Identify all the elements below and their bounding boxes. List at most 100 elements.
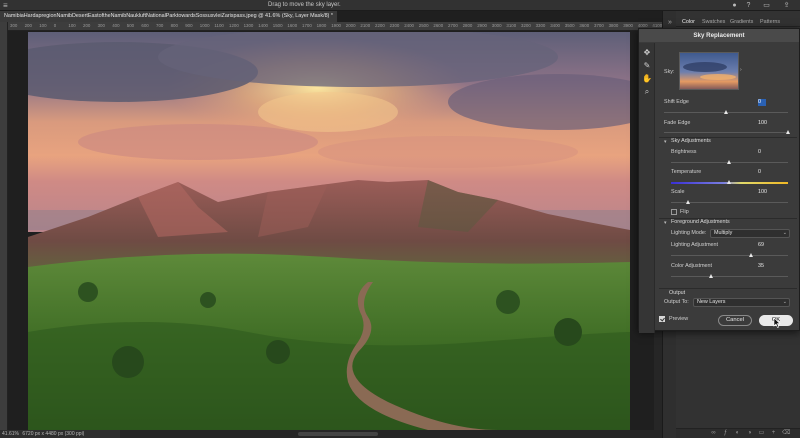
scroll-thumb[interactable]	[298, 432, 378, 436]
ruler-tick: 1600	[287, 23, 298, 28]
ruler-tick: 1100	[214, 23, 224, 28]
ruler-tick: 0	[53, 23, 57, 28]
user-avatar-icon[interactable]: ●	[730, 1, 739, 10]
document-tab[interactable]: NamibiaHardapregionNamibDesertEastoftheN…	[0, 11, 337, 22]
expand-panels-icon[interactable]: »	[666, 19, 674, 27]
ruler-tick: 700	[156, 23, 164, 28]
tab-gradients[interactable]: Gradients	[730, 17, 753, 27]
color-adjustment-slider-knob[interactable]	[709, 274, 714, 278]
sky-adjustments-heading[interactable]: Sky Adjustments	[671, 138, 711, 145]
help-icon[interactable]: ?	[744, 1, 753, 10]
trash-icon[interactable]: ⌫	[782, 430, 790, 437]
flip-label: Flip	[680, 209, 689, 215]
ruler-tick: 2800	[462, 23, 473, 28]
sky-preset-thumbnail[interactable]	[679, 52, 739, 90]
workspace-icon[interactable]: ▭	[762, 1, 771, 10]
brightness-value[interactable]: 0	[758, 149, 784, 156]
ruler-tick: 2200	[375, 23, 385, 28]
fade-edge-slider[interactable]	[664, 132, 788, 133]
temperature-value[interactable]: 0	[758, 169, 784, 176]
ruler-tick: 2700	[448, 23, 458, 28]
color-adjustment-slider[interactable]	[671, 276, 788, 277]
ruler-tick: 2100	[360, 23, 371, 28]
ruler-tick: 1900	[331, 23, 341, 28]
sky-dropdown-chevron-icon[interactable]: ›	[740, 67, 742, 73]
preview-checkbox[interactable]	[659, 316, 665, 322]
horizontal-ruler: 300 200 100 0 100 200 300 400 500 600 700 800 900 100…	[8, 22, 662, 31]
ruler-tick: 100	[39, 23, 47, 28]
landscape-photo[interactable]	[28, 32, 630, 430]
flip-checkbox[interactable]	[671, 209, 677, 215]
group-icon[interactable]: ▭	[758, 430, 765, 437]
zoom-icon[interactable]: ⌕	[642, 87, 652, 97]
shift-edge-value[interactable]: 0	[758, 99, 766, 106]
ruler-tick: 2300	[389, 23, 400, 28]
scale-slider-knob[interactable]	[686, 200, 691, 204]
tab-color[interactable]: Color	[682, 17, 695, 27]
document-dimensions[interactable]: 6720 px x 4480 px (300 ppi)	[20, 431, 84, 437]
fade-edge-slider-knob[interactable]	[785, 130, 790, 134]
lighting-adjustment-label: Lighting Adjustment	[671, 242, 719, 248]
dialog-title: Sky Replacement	[639, 29, 799, 42]
foreground-adjustments-heading[interactable]: Foreground Adjustments	[671, 219, 730, 226]
fade-edge-value[interactable]: 100	[758, 120, 784, 127]
lighting-adjustment-slider[interactable]	[671, 255, 788, 256]
shift-edge-label: Shift Edge	[664, 99, 689, 105]
lighting-mode-select[interactable]: Multiply ⌄	[710, 229, 790, 238]
output-to-select[interactable]: New Layers ⌄	[693, 298, 790, 307]
status-bar: 41.61% 6720 px x 4480 px (300 ppi)	[0, 430, 120, 438]
lighting-adjustment-slider-knob[interactable]	[749, 253, 754, 257]
cancel-button[interactable]: Cancel	[718, 315, 752, 326]
section-divider	[659, 288, 797, 289]
brightness-slider-knob[interactable]	[727, 160, 731, 164]
ruler-tick: 200	[83, 23, 91, 28]
ruler-tick: 900	[185, 23, 193, 28]
scale-value[interactable]: 100	[758, 189, 784, 196]
ruler-tick: 3300	[535, 23, 546, 28]
color-adjustment-value[interactable]: 35	[758, 263, 784, 270]
ruler-tick: 1500	[272, 23, 283, 28]
ruler-tick: 1800	[316, 23, 327, 28]
hamburger-menu-icon[interactable]: ≡	[3, 1, 8, 10]
photoshop-window: ≡ Drag to move the sky layer. ● ? ▭ ⇪ Na…	[0, 0, 800, 438]
ruler-tick: 3900	[623, 23, 633, 28]
ruler-tick: 2600	[433, 23, 444, 28]
ruler-tick: 500	[126, 23, 135, 28]
ruler-tick: 3400	[550, 23, 560, 28]
collapse-chevron-icon[interactable]: ▾	[664, 139, 667, 145]
lighting-adjustment-value[interactable]: 69	[758, 242, 784, 249]
share-icon[interactable]: ⇪	[782, 1, 791, 10]
temperature-slider-knob[interactable]	[727, 180, 731, 184]
collapse-chevron-icon[interactable]: ▾	[664, 220, 667, 226]
top-bar: ≡ Drag to move the sky layer. ● ? ▭ ⇪	[0, 0, 800, 11]
ruler-tick: 1400	[258, 23, 268, 28]
fx-icon[interactable]: ƒ	[722, 430, 729, 437]
ruler-tick: 2000	[345, 23, 356, 28]
lighting-mode-value: Multiply	[714, 230, 733, 236]
brightness-label: Brightness	[671, 149, 697, 155]
document-canvas[interactable]	[8, 31, 654, 430]
zoom-level[interactable]: 41.61%	[0, 431, 19, 437]
ruler-tick: 1200	[229, 23, 239, 28]
sky-brush-icon[interactable]: ✎	[642, 61, 652, 71]
hand-icon[interactable]: ✋	[642, 74, 652, 84]
link-layers-icon[interactable]: ∞	[710, 430, 717, 437]
photo-artwork	[28, 32, 630, 430]
mask-icon[interactable]: ◐	[734, 430, 741, 437]
ruler-tick: 400	[112, 23, 120, 28]
ruler-tick: 3500	[564, 23, 575, 28]
new-layer-icon[interactable]: +	[770, 430, 777, 437]
tab-patterns[interactable]: Patterns	[760, 17, 780, 27]
ruler-tick: 3600	[579, 23, 590, 28]
lighting-mode-label: Lighting Mode:	[671, 230, 707, 236]
dialog-toolbar: ✥ ✎ ✋ ⌕	[639, 43, 655, 333]
ruler-tick: 300	[97, 23, 105, 28]
panel-tabs: Color Swatches Gradients Patterns	[676, 17, 800, 27]
shift-edge-slider-knob[interactable]	[723, 110, 728, 114]
ruler-tick: 2900	[477, 23, 487, 28]
chevron-down-icon: ⌄	[782, 230, 787, 236]
adjustment-icon[interactable]: ◑	[746, 430, 753, 437]
move-sky-icon[interactable]: ✥	[642, 48, 652, 58]
preview-label: Preview	[669, 316, 689, 322]
tab-swatches[interactable]: Swatches	[702, 17, 725, 27]
